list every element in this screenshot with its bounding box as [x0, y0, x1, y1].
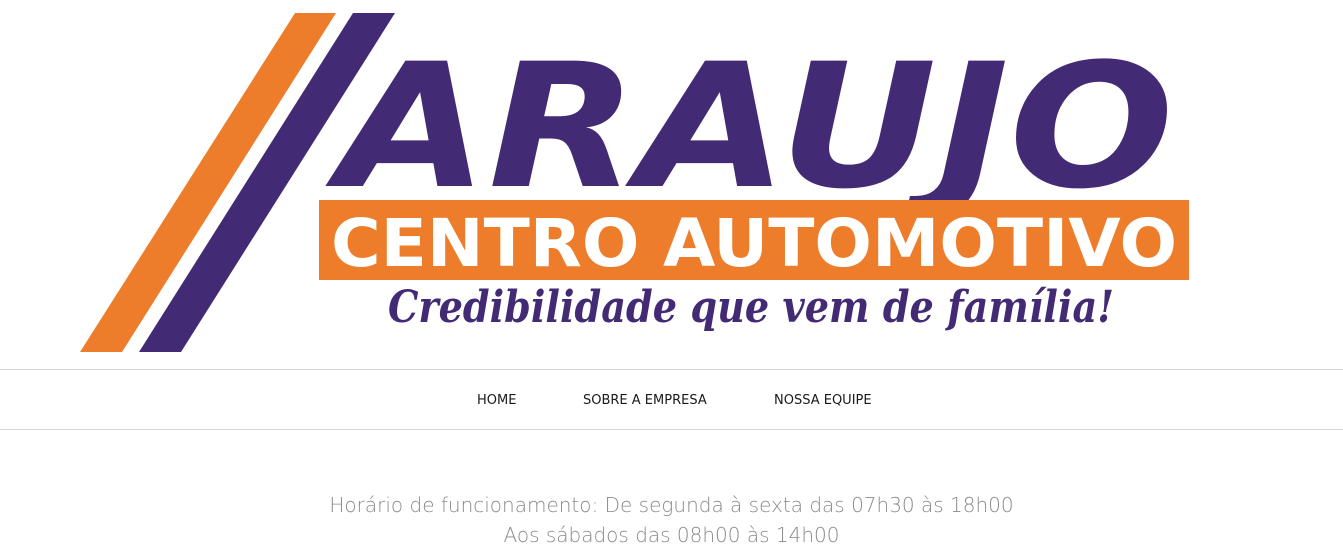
logo[interactable]: ARAUJO CENTRO AUTOMOTIVO Credibilidade q…	[0, 0, 1343, 368]
logo-brand-name: ARAUJO	[324, 26, 1174, 227]
nav-item-home[interactable]: HOME	[477, 370, 516, 429]
business-hours-saturday: Aos sábados das 08h00 às 14h00	[503, 523, 840, 545]
business-hours: Horário de funcionamento: De segunda à s…	[0, 490, 1343, 545]
logo-graphic: ARAUJO CENTRO AUTOMOTIVO Credibilidade q…	[80, 13, 1189, 352]
nav-item-sobre-a-empresa[interactable]: SOBRE A EMPRESA	[583, 370, 707, 429]
business-hours-weekdays: Horário de funcionamento: De segunda à s…	[329, 493, 1014, 517]
logo-slogan: Credibilidade que vem de família!	[388, 282, 1114, 333]
main-nav: HOME SOBRE A EMPRESA NOSSA EQUIPE	[0, 369, 1343, 430]
logo-banner-text: CENTRO AUTOMOTIVO	[331, 205, 1177, 282]
page: ARAUJO CENTRO AUTOMOTIVO Credibilidade q…	[0, 0, 1343, 545]
nav-item-nossa-equipe[interactable]: NOSSA EQUIPE	[774, 370, 872, 429]
